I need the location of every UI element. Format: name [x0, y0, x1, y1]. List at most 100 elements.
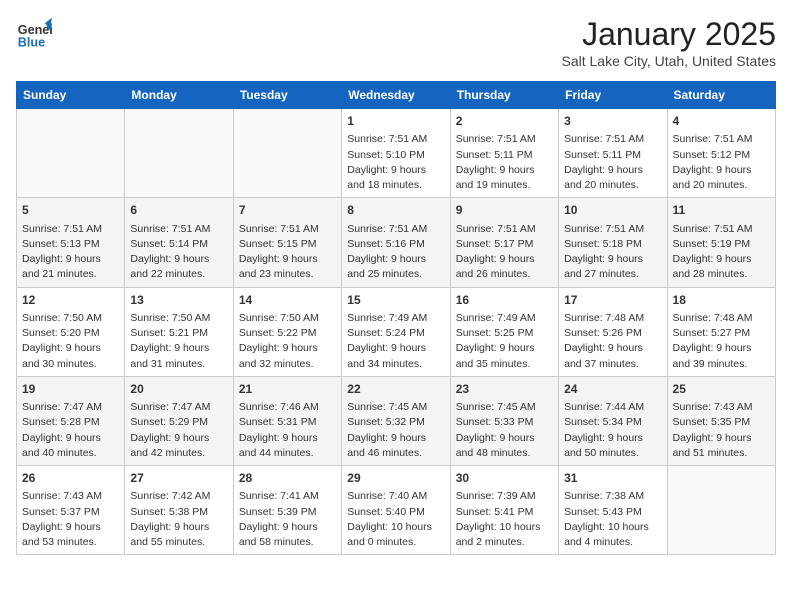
day-info-line: Sunset: 5:27 PM [673, 326, 770, 341]
day-info-line: and 51 minutes. [673, 446, 770, 461]
week-row-3: 12Sunrise: 7:50 AMSunset: 5:20 PMDayligh… [17, 287, 776, 376]
day-cell: 27Sunrise: 7:42 AMSunset: 5:38 PMDayligh… [125, 466, 233, 555]
day-info-line: Sunrise: 7:51 AM [456, 222, 553, 237]
week-row-1: 1Sunrise: 7:51 AMSunset: 5:10 PMDaylight… [17, 109, 776, 198]
day-info-line: Daylight: 9 hours [564, 163, 661, 178]
day-info-line: Sunset: 5:43 PM [564, 505, 661, 520]
day-number: 9 [456, 202, 553, 219]
day-info-line: and 53 minutes. [22, 535, 119, 550]
day-number: 21 [239, 381, 336, 398]
day-info-line: Sunrise: 7:51 AM [673, 132, 770, 147]
header-row: SundayMondayTuesdayWednesdayThursdayFrid… [17, 82, 776, 109]
day-info-line: Sunset: 5:11 PM [456, 148, 553, 163]
day-info-line: Sunset: 5:37 PM [22, 505, 119, 520]
day-number: 1 [347, 113, 444, 130]
day-info-line: and 55 minutes. [130, 535, 227, 550]
day-info-line: Sunset: 5:35 PM [673, 415, 770, 430]
day-info-line: Sunrise: 7:49 AM [347, 311, 444, 326]
day-number: 5 [22, 202, 119, 219]
day-info-line: Daylight: 9 hours [130, 341, 227, 356]
day-cell: 19Sunrise: 7:47 AMSunset: 5:28 PMDayligh… [17, 376, 125, 465]
day-info-line: Daylight: 9 hours [239, 341, 336, 356]
day-cell: 30Sunrise: 7:39 AMSunset: 5:41 PMDayligh… [450, 466, 558, 555]
day-number: 16 [456, 292, 553, 309]
day-cell: 21Sunrise: 7:46 AMSunset: 5:31 PMDayligh… [233, 376, 341, 465]
day-info-line: Daylight: 9 hours [673, 252, 770, 267]
day-cell: 7Sunrise: 7:51 AMSunset: 5:15 PMDaylight… [233, 198, 341, 287]
day-info-line: Sunrise: 7:44 AM [564, 400, 661, 415]
day-info-line: Daylight: 9 hours [347, 252, 444, 267]
day-cell: 24Sunrise: 7:44 AMSunset: 5:34 PMDayligh… [559, 376, 667, 465]
col-header-friday: Friday [559, 82, 667, 109]
day-number: 4 [673, 113, 770, 130]
day-cell [233, 109, 341, 198]
day-info-line: Sunrise: 7:38 AM [564, 489, 661, 504]
day-info-line: Sunrise: 7:40 AM [347, 489, 444, 504]
day-info-line: Sunrise: 7:41 AM [239, 489, 336, 504]
day-info-line: Sunset: 5:31 PM [239, 415, 336, 430]
day-number: 3 [564, 113, 661, 130]
day-cell: 8Sunrise: 7:51 AMSunset: 5:16 PMDaylight… [342, 198, 450, 287]
calendar-header: SundayMondayTuesdayWednesdayThursdayFrid… [17, 82, 776, 109]
day-info-line: and 44 minutes. [239, 446, 336, 461]
day-info-line: Sunrise: 7:43 AM [673, 400, 770, 415]
day-info-line: Daylight: 9 hours [239, 252, 336, 267]
day-info-line: Sunrise: 7:51 AM [673, 222, 770, 237]
day-info-line: Daylight: 9 hours [347, 341, 444, 356]
title-block: January 2025 Salt Lake City, Utah, Unite… [561, 16, 776, 69]
day-info-line: Sunset: 5:10 PM [347, 148, 444, 163]
day-info-line: Sunset: 5:39 PM [239, 505, 336, 520]
day-info-line: Sunset: 5:38 PM [130, 505, 227, 520]
day-info-line: Daylight: 9 hours [22, 252, 119, 267]
day-cell: 23Sunrise: 7:45 AMSunset: 5:33 PMDayligh… [450, 376, 558, 465]
day-info-line: Sunset: 5:41 PM [456, 505, 553, 520]
day-cell [667, 466, 775, 555]
day-info-line: Sunrise: 7:51 AM [239, 222, 336, 237]
day-number: 28 [239, 470, 336, 487]
col-header-thursday: Thursday [450, 82, 558, 109]
day-info-line: Sunrise: 7:48 AM [673, 311, 770, 326]
day-number: 17 [564, 292, 661, 309]
day-cell: 4Sunrise: 7:51 AMSunset: 5:12 PMDaylight… [667, 109, 775, 198]
day-info-line: Sunrise: 7:51 AM [130, 222, 227, 237]
day-number: 12 [22, 292, 119, 309]
day-cell: 11Sunrise: 7:51 AMSunset: 5:19 PMDayligh… [667, 198, 775, 287]
day-cell: 17Sunrise: 7:48 AMSunset: 5:26 PMDayligh… [559, 287, 667, 376]
day-info-line: Sunset: 5:19 PM [673, 237, 770, 252]
day-info-line: and 0 minutes. [347, 535, 444, 550]
calendar-body: 1Sunrise: 7:51 AMSunset: 5:10 PMDaylight… [17, 109, 776, 555]
day-info-line: Sunrise: 7:51 AM [456, 132, 553, 147]
day-info-line: and 23 minutes. [239, 267, 336, 282]
logo-icon: General Blue [16, 16, 52, 57]
day-info-line: Sunset: 5:28 PM [22, 415, 119, 430]
day-cell: 26Sunrise: 7:43 AMSunset: 5:37 PMDayligh… [17, 466, 125, 555]
day-info-line: Sunset: 5:11 PM [564, 148, 661, 163]
day-info-line: Daylight: 9 hours [456, 431, 553, 446]
day-info-line: Sunset: 5:26 PM [564, 326, 661, 341]
day-cell: 25Sunrise: 7:43 AMSunset: 5:35 PMDayligh… [667, 376, 775, 465]
day-info-line: Sunrise: 7:49 AM [456, 311, 553, 326]
day-info-line: Daylight: 9 hours [22, 341, 119, 356]
day-number: 13 [130, 292, 227, 309]
day-number: 25 [673, 381, 770, 398]
day-info-line: Daylight: 10 hours [564, 520, 661, 535]
day-number: 23 [456, 381, 553, 398]
day-info-line: Sunrise: 7:50 AM [22, 311, 119, 326]
day-cell: 3Sunrise: 7:51 AMSunset: 5:11 PMDaylight… [559, 109, 667, 198]
day-info-line: Sunrise: 7:48 AM [564, 311, 661, 326]
day-info-line: Daylight: 9 hours [239, 431, 336, 446]
day-number: 20 [130, 381, 227, 398]
day-cell: 16Sunrise: 7:49 AMSunset: 5:25 PMDayligh… [450, 287, 558, 376]
day-info-line: Sunrise: 7:45 AM [347, 400, 444, 415]
day-info-line: and 2 minutes. [456, 535, 553, 550]
day-info-line: Sunrise: 7:50 AM [239, 311, 336, 326]
col-header-tuesday: Tuesday [233, 82, 341, 109]
day-info-line: and 20 minutes. [673, 178, 770, 193]
day-info-line: Daylight: 9 hours [347, 163, 444, 178]
day-info-line: and 35 minutes. [456, 357, 553, 372]
day-info-line: and 42 minutes. [130, 446, 227, 461]
day-info-line: Sunset: 5:22 PM [239, 326, 336, 341]
day-cell [125, 109, 233, 198]
day-number: 14 [239, 292, 336, 309]
day-info-line: Daylight: 9 hours [564, 431, 661, 446]
